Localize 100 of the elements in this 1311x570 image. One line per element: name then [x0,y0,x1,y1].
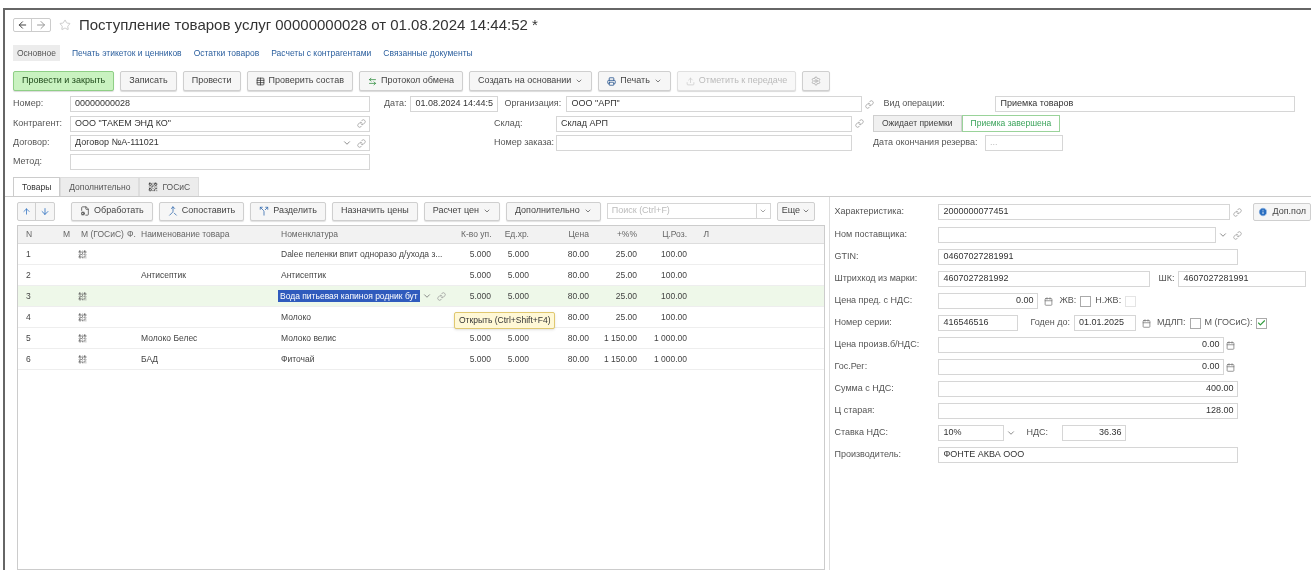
printer-icon [607,76,617,86]
dropdown-button[interactable]: Создать на основании [469,71,593,91]
input-field[interactable]: 128.00 [938,403,1239,419]
input-field[interactable] [556,135,852,151]
input-field[interactable] [70,154,370,170]
column-header[interactable]: Номенклатура [278,228,458,241]
toolbar-button[interactable]: Провести [182,71,241,91]
input-field[interactable]: 2000000077451 [938,204,1231,220]
extra-fields-button[interactable]: Доп.пол [1253,203,1311,221]
input-field[interactable]: ФОНТЕ АКВА ООО [938,447,1239,463]
input-field[interactable]: 400.00 [938,381,1239,397]
input-field[interactable]: 4607027281992 [938,271,1151,287]
toolbar-button[interactable]: Назначить цены [331,201,418,221]
column-header[interactable]: Ф. [124,228,138,241]
input-field[interactable]: 36.36 [1062,425,1127,441]
input-field[interactable]: 01.08.2024 14:44:5 [410,96,499,112]
table-cell-text: 25.00 [614,310,638,324]
column-header[interactable]: Ц.Роз. [640,228,690,241]
toolbar-button[interactable]: Проверить состав [246,71,353,91]
table-cell-text: 80.00 [566,268,590,282]
dropdown-icon[interactable] [1006,428,1017,438]
table-cell-text: 5.000 [506,352,530,366]
tab[interactable]: Дополнительно [60,177,140,196]
field-label: Ном поставщика: [834,228,908,242]
nav-link[interactable]: Связанные документы [383,46,473,60]
field-label: Вид операции: [883,97,946,111]
column-header[interactable]: К-во уп. [458,228,494,241]
table-cell-text: 100.00 [660,289,688,303]
table-cell-text: 80.00 [566,289,590,303]
calendar-icon[interactable] [1142,318,1152,328]
field-label: Договор: [13,136,51,150]
column-header[interactable]: Наименование товара [138,228,278,241]
link-icon[interactable] [865,99,875,109]
dropdown-button[interactable]: Дополнительно [505,201,601,221]
more-button[interactable]: Еще [776,201,815,221]
input-field[interactable]: 10% [938,425,1005,441]
input-field[interactable]: Приемка товаров [995,96,1296,112]
nav-link[interactable]: Расчеты с контрагентами [271,46,372,60]
favorite-star-icon[interactable] [59,19,71,31]
dropdown-icon[interactable] [756,203,771,219]
exchange-icon [367,76,377,86]
link-icon[interactable] [436,291,446,301]
input-field[interactable] [938,227,1217,243]
input-field[interactable]: 04607027281991 [938,249,1239,265]
table-cell-text: 5.000 [506,247,530,261]
status-toggle[interactable]: Ожидает приемки [873,115,962,132]
table-cell-text: 5.000 [468,352,492,366]
column-header[interactable]: +%% [592,228,640,241]
nav-link[interactable]: Печать этикеток и ценников [71,46,182,60]
nav-link[interactable]: Основное [13,44,60,62]
print-button[interactable]: Печать [598,71,671,91]
post-and-close-button[interactable]: Провести и закрыть [13,71,115,91]
tab[interactable]: Товары [13,177,61,196]
tab[interactable]: ГОСиС [139,177,200,196]
toolbar-button[interactable]: Обработать [71,201,153,221]
dropdown-icon[interactable] [1218,230,1229,240]
table-cell-text: БАД [140,352,160,366]
nav-link[interactable]: Остатки товаров [193,46,260,60]
calendar-icon[interactable] [1044,296,1054,306]
toolbar-button[interactable]: Записать [120,71,177,91]
input-field[interactable]: Вода питьевая капиноя родник бут [278,289,420,303]
table-cell-text: 1 000.00 [652,352,688,366]
calendar-icon[interactable] [1226,340,1236,350]
field-label: Цена пред. с НДС: [834,294,914,308]
input-field[interactable]: 00000000028 [70,96,370,112]
dropdown-button[interactable]: Расчет цен [423,201,500,221]
link-icon[interactable] [855,119,864,128]
toolbar-button[interactable]: Протокол обмена [358,71,463,91]
tooltip: Открыть (Ctrl+Shift+F4) [454,312,556,329]
dropdown-icon[interactable] [421,291,432,301]
table-cell-text: 5.000 [468,289,492,303]
column-header[interactable]: Ед.хр. [494,228,532,241]
column-header[interactable]: N [18,228,60,241]
table-row[interactable]: 3 Вода питьевая капиноя родник бут 5.000 5.000 80.00 25.00 100.00 [18,286,825,307]
column-header[interactable]: Л [690,228,712,241]
input-field[interactable]: ООО "АРП" [566,96,863,112]
link-icon[interactable] [1233,207,1243,217]
input-field[interactable]: 01.01.2025 [1074,315,1137,331]
input-field[interactable]: 416546516 [938,315,1019,331]
checkbox[interactable] [1080,295,1092,307]
input-field[interactable]: 4607027281991 [1178,271,1307,287]
checkbox[interactable] [1256,317,1268,329]
table-cell-text: 5.000 [468,268,492,282]
settings-button[interactable] [802,71,831,91]
toolbar-button[interactable]: Разделить [250,201,326,221]
input-field[interactable]: Склад АРП [556,115,852,132]
table-cell-text: 5.000 [468,247,492,261]
column-header[interactable]: М [60,228,78,241]
qr-icon [148,182,159,192]
input-field[interactable]: 0.00 [938,337,1225,353]
toolbar-button[interactable]: Сопоставить [158,201,245,221]
calendar-icon[interactable] [1226,362,1236,372]
column-header[interactable]: М (ГОСиС) [78,228,124,241]
input-field[interactable]: 0.00 [938,359,1225,375]
caret-icon [583,207,592,215]
link-icon[interactable] [1233,230,1243,240]
column-header[interactable]: Цена [532,228,592,241]
checkbox[interactable] [1189,317,1201,329]
input-field[interactable]: 0.00 [938,293,1039,309]
field-label: Гос.Рег: [834,360,869,374]
